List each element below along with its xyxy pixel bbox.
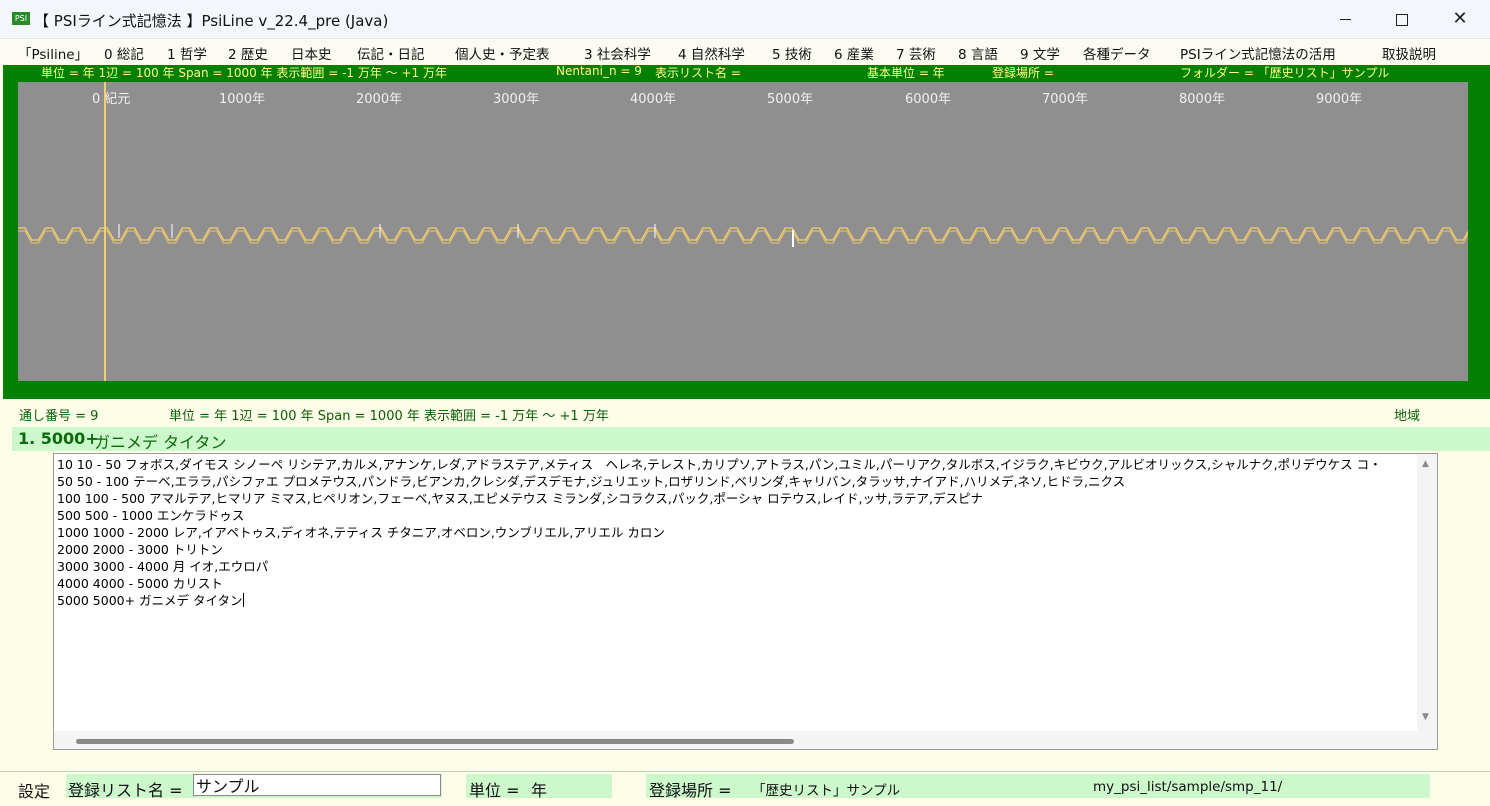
menu-language[interactable]: 8 言語 (958, 43, 998, 63)
horizontal-scrollbar[interactable] (54, 731, 1437, 749)
maximize-icon[interactable] (1396, 14, 1408, 26)
timeline-folder: フォルダー = 「歴史リスト」サンプル (1180, 66, 1390, 80)
location-value: 「歴史リスト」サンプル (752, 783, 901, 799)
unit-value: 年 (531, 781, 548, 800)
serial-number: 通し番号 = 9 (19, 409, 99, 424)
menu-psiline[interactable]: 「Psiline」 (18, 43, 88, 63)
unit-label: 単位 = (469, 781, 520, 800)
timeline-list-name: 表示リスト名 = (655, 66, 741, 80)
menu-social-science[interactable]: 3 社会科学 (584, 43, 651, 63)
list-name-input[interactable] (193, 774, 441, 796)
app-logo-icon: PSI (12, 12, 30, 25)
menu-industry[interactable]: 6 産業 (834, 43, 874, 63)
menu-philosophy[interactable]: 1 哲学 (167, 43, 207, 63)
menu-various-data[interactable]: 各種データ (1083, 43, 1151, 63)
menu-general[interactable]: 0 総記 (104, 43, 144, 63)
status-line: 通し番号 = 9 単位 = 年 1辺 = 100 年 Span = 1000 年… (0, 405, 1490, 424)
timeline-nentani: Nentani_n = 9 (556, 64, 642, 78)
entry-title: ガニメデ タイタン (94, 433, 227, 452)
editor-line-text: 5000 5000+ ガニメデ タイタン (57, 593, 243, 608)
psi-line-wave (18, 224, 1468, 247)
menu-literature[interactable]: 9 文学 (1020, 43, 1060, 63)
timeline-plot[interactable]: 0 紀元 1000年 2000年 3000年 4000年 5000年 6000年… (18, 82, 1468, 381)
title-bar: PSI 【 PSIライン式記憶法 】PsiLine v_22.4_pre (Ja… (0, 0, 1490, 39)
editor-line: 500 500 - 1000 エンケラドゥス (57, 508, 245, 523)
scroll-up-icon[interactable]: ▲ (1422, 459, 1429, 469)
editor-content[interactable]: 10 10 - 50 フォボス,ダイモス シノーペ リシテア,カルメ,アナンケ,… (57, 456, 1417, 609)
menu-personal-history[interactable]: 個人史・予定表 (455, 43, 550, 63)
timeline-panel: 単位 = 年 1辺 = 100 年 Span = 1000 年 表示範囲 = -… (3, 64, 1490, 399)
editor-line: 4000 4000 - 5000 カリスト (57, 576, 223, 591)
location-label: 登録場所 = (649, 781, 732, 800)
editor-line: 2000 2000 - 3000 トリトン (57, 542, 223, 557)
menu-arts[interactable]: 7 芸術 (896, 43, 936, 63)
editor-line: 10 10 - 50 フォボス,ダイモス シノーペ リシテア,カルメ,アナンケ,… (57, 457, 1382, 472)
editor-line: 3000 3000 - 4000 月 イオ,エウロパ (57, 559, 269, 574)
menu-technology[interactable]: 5 技術 (772, 43, 812, 63)
path-value: my_psi_list/sample/smp_11/ (1093, 779, 1283, 795)
menu-usage[interactable]: PSIライン式記憶法の活用 (1180, 43, 1336, 63)
minimize-icon[interactable] (1340, 19, 1351, 20)
vertical-scrollbar[interactable]: ▲ ▼ (1417, 454, 1437, 731)
settings-bar: 設定 登録リスト名 = 単位 = 年 登録場所 = 「歴史リスト」サンプル my… (0, 771, 1490, 806)
timeline-base-unit: 基本単位 = 年 (867, 66, 945, 80)
menu-natural-science[interactable]: 4 自然科学 (678, 43, 745, 63)
settings-button[interactable]: 設定 (18, 778, 50, 802)
menu-biography[interactable]: 伝記・日記 (357, 43, 425, 63)
menu-history[interactable]: 2 歴史 (228, 43, 268, 63)
editor-line: 100 100 - 500 アマルテア,ヒマリア ミマス,ヒペリオン,フェーベ,… (57, 491, 983, 506)
menu-bar: 「Psiline」 0 総記 1 哲学 2 歴史 日本史 伝記・日記 個人史・予… (0, 39, 1490, 64)
text-caret (242, 593, 244, 607)
list-name-label: 登録リスト名 = (68, 781, 183, 800)
timeline-location: 登録場所 = (992, 66, 1054, 80)
close-icon[interactable]: ✕ (1432, 0, 1488, 38)
menu-japanese-history[interactable]: 日本史 (291, 43, 332, 63)
entry-header: 1. 5000+ ガニメデ タイタン (12, 427, 1490, 452)
window-title: 【 PSIライン式記憶法 】PsiLine v_22.4_pre (Java) (34, 12, 389, 30)
unit-info: 単位 = 年 1辺 = 100 年 Span = 1000 年 表示範囲 = -… (169, 409, 609, 424)
timeline-unit-info: 単位 = 年 1辺 = 100 年 Span = 1000 年 表示範囲 = -… (41, 66, 447, 80)
timeline-info: 単位 = 年 1辺 = 100 年 Span = 1000 年 表示範囲 = -… (3, 64, 1490, 81)
time-cursor[interactable] (104, 82, 106, 381)
editor-line-last: 5000 5000+ ガニメデ タイタン (57, 592, 1417, 609)
list-editor[interactable]: 10 10 - 50 フォボス,ダイモス シノーペ リシテア,カルメ,アナンケ,… (53, 453, 1438, 750)
entry-number: 1. 5000+ (18, 429, 99, 448)
editor-line: 1000 1000 - 2000 レア,イアペトゥス,ディオネ,テティス チタニ… (57, 525, 665, 540)
scroll-down-icon[interactable]: ▼ (1422, 712, 1429, 722)
editor-line: 50 50 - 100 テーベ,エララ,パシファエ プロメテウス,パンドラ,ビア… (57, 474, 1126, 489)
menu-manual[interactable]: 取扱説明 (1382, 43, 1436, 63)
horizontal-scroll-thumb[interactable] (76, 739, 794, 744)
region-label: 地域 (1394, 409, 1421, 424)
